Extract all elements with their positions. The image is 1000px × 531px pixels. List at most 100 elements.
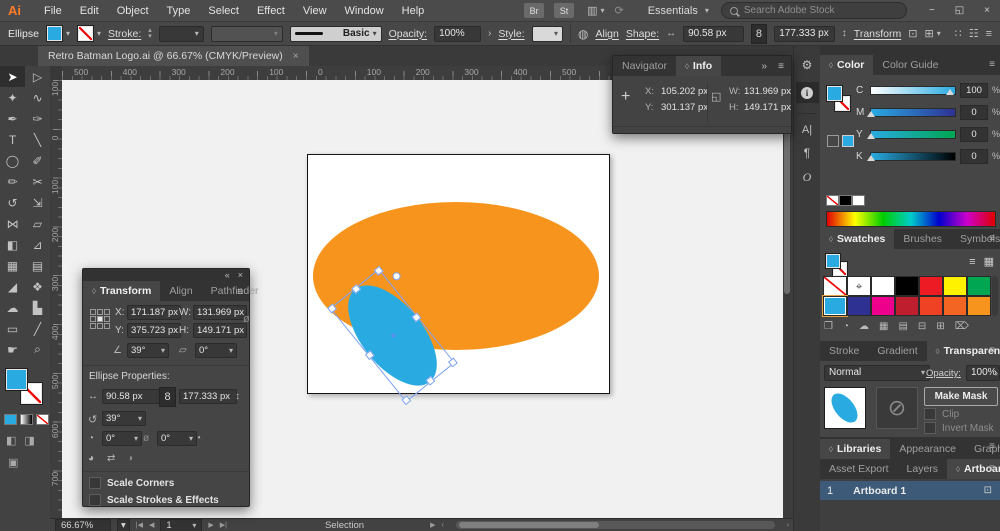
zoom-chevron-icon[interactable]: ▾ [117,519,130,531]
transform-label[interactable]: Transform [854,28,901,40]
swatch-ed1c24[interactable] [919,276,943,296]
swatch-options-icon[interactable]: ▤ [898,321,907,332]
menu-item-view[interactable]: View [294,5,336,17]
tr-h-field[interactable]: 149.171 px [193,323,247,338]
slider-marker[interactable] [867,155,875,161]
horizontal-scrollbar[interactable] [456,521,775,529]
close-button[interactable]: × [974,5,1000,16]
horizontal-scrollbar-thumb[interactable] [459,522,599,528]
menu-item-help[interactable]: Help [393,5,434,17]
ellipse-tool[interactable]: ◯ [0,150,25,171]
swatch-2e3192[interactable] [847,296,871,316]
prev-artboard-icon[interactable]: ◀ [149,521,154,529]
search-input[interactable]: Search Adobe Stock [721,2,907,19]
artboard-nav-chevron-icon[interactable]: ▾ [192,520,196,531]
paragraph-panel-icon[interactable]: ¶ [804,146,810,160]
menu-item-file[interactable]: File [35,5,71,17]
tab-close-icon[interactable]: × [293,51,299,62]
swatch-29abe2[interactable] [823,296,847,316]
line-tool[interactable]: ╲ [25,129,50,150]
mask-thumbnail[interactable]: ⊘ [876,387,918,429]
zoom-tool[interactable]: ⌕ [25,339,50,360]
panel-menu-icon[interactable]: ≡ [989,233,995,244]
stock-button[interactable]: St [554,3,574,18]
none-swatch[interactable] [826,195,839,206]
vertical-scrollbar[interactable] [783,80,791,518]
artboard-row[interactable]: 1 Artboard 1 ⊡ [820,481,1000,500]
swatch-ffffff[interactable] [871,276,895,296]
bounding-box-icon[interactable]: ⊡ [908,27,917,40]
scale-strokes-checkbox[interactable] [89,494,101,506]
direct-selection-tool[interactable]: ▷ [25,66,50,87]
color-spectrum-bar[interactable] [826,211,996,227]
tab-asset-export[interactable]: Asset Export [820,459,898,479]
rotate-angle-field[interactable]: 39° ▾ [127,343,169,358]
style-select[interactable]: ▾ [532,26,563,42]
slider-track[interactable] [870,86,956,95]
menu-item-object[interactable]: Object [108,5,158,17]
column-graph-tool[interactable]: ▙ [25,297,50,318]
zoom-level-field[interactable]: 66.67% [55,519,111,531]
type-tool[interactable]: T [0,129,25,150]
ellipse-angle-field[interactable]: 39° ▾ [102,411,146,426]
swatch-none[interactable] [823,276,847,296]
swatch-fff200[interactable] [943,276,967,296]
pie-icon[interactable]: ◕ [88,453,94,464]
tab-color[interactable]: ◊Color [820,55,873,75]
status-expand-icon[interactable]: ▶ [430,521,435,529]
ellipse-angle-chevron-icon[interactable]: ▾ [138,412,142,425]
tr-w-field[interactable]: 131.969 px [193,305,247,320]
hscroll-left-icon[interactable]: ‹ [441,522,443,529]
delete-swatch-icon[interactable]: ⌦ [955,321,969,332]
slice-tool[interactable]: ╱ [25,318,50,339]
shape-height-field[interactable]: 177.333 px [774,26,835,42]
stroke-weight-label[interactable]: Stroke: [108,28,141,40]
arrange-chevron-icon[interactable]: ▾ [600,6,604,15]
eyedropper-tool[interactable]: ◢ [0,276,25,297]
perspective-grid-tool[interactable]: ⊿ [25,234,50,255]
hand-tool[interactable]: ☛ [0,339,25,360]
make-mask-button[interactable]: Make Mask [924,387,998,406]
symbol-sprayer-tool[interactable]: ☁ [0,297,25,318]
black-swatch[interactable] [839,195,852,206]
first-artboard-icon[interactable]: |◀ [136,521,143,529]
select-similar-icon[interactable]: ∷ [955,27,962,40]
artboard-tool[interactable]: ▭ [0,318,25,339]
gradient-mode-button[interactable] [20,414,33,425]
scissors-tool[interactable]: ✂ [25,171,50,192]
selection-tool[interactable]: ➤ [0,66,25,87]
last-artboard-icon[interactable]: ▶| [220,521,227,529]
shape-builder-tool[interactable]: ◧ [0,234,25,255]
pencil-tool[interactable]: ✏ [0,171,25,192]
tab-align[interactable]: Align [160,281,201,301]
stroke-chevron-icon[interactable]: ▾ [97,29,101,38]
info-panel-menu-icon[interactable]: ≡ [778,61,784,72]
tab-info[interactable]: ◊Info [676,56,721,76]
transform-panel-header[interactable]: « × [83,269,249,281]
menu-item-select[interactable]: Select [199,5,248,17]
minimize-button[interactable]: − [919,5,945,16]
workspace-switcher[interactable]: Essentials [648,5,698,17]
constrain-proportions-toggle[interactable]: 8 [751,24,768,44]
brush-definition-select[interactable]: Basic ▾ [290,26,382,42]
fill-color-control[interactable]: ▾ [46,25,70,42]
shape-width-field[interactable]: 90.58 px [683,26,744,42]
swatch-be1e2d[interactable] [895,296,919,316]
scale-corners-checkbox[interactable] [89,477,101,489]
rotate-tool[interactable]: ↺ [0,192,25,213]
pie-start-chevron-icon[interactable]: ▾ [134,432,138,445]
status-indicator[interactable]: Selection [325,520,364,531]
artboard-name[interactable]: Artboard 1 [853,485,906,497]
ellipse-constrain-toggle[interactable]: 8 [159,387,176,407]
swatch-000000[interactable] [895,276,919,296]
close-panel-icon[interactable]: × [238,270,243,280]
swatch-registration[interactable]: ⌖ [847,276,871,296]
restore-button[interactable]: ◱ [945,5,974,16]
character-panel-icon[interactable]: A| [802,124,812,136]
scale-tool[interactable]: ⇲ [25,192,50,213]
ellipse-height-field[interactable]: 177.333 px [179,389,237,404]
slider-track[interactable] [870,130,956,139]
panel-menu-icon[interactable]: ≡ [989,463,995,474]
shear-chevron-icon[interactable]: ▾ [229,344,233,357]
color-themes-icon[interactable]: ◔ [843,321,849,332]
